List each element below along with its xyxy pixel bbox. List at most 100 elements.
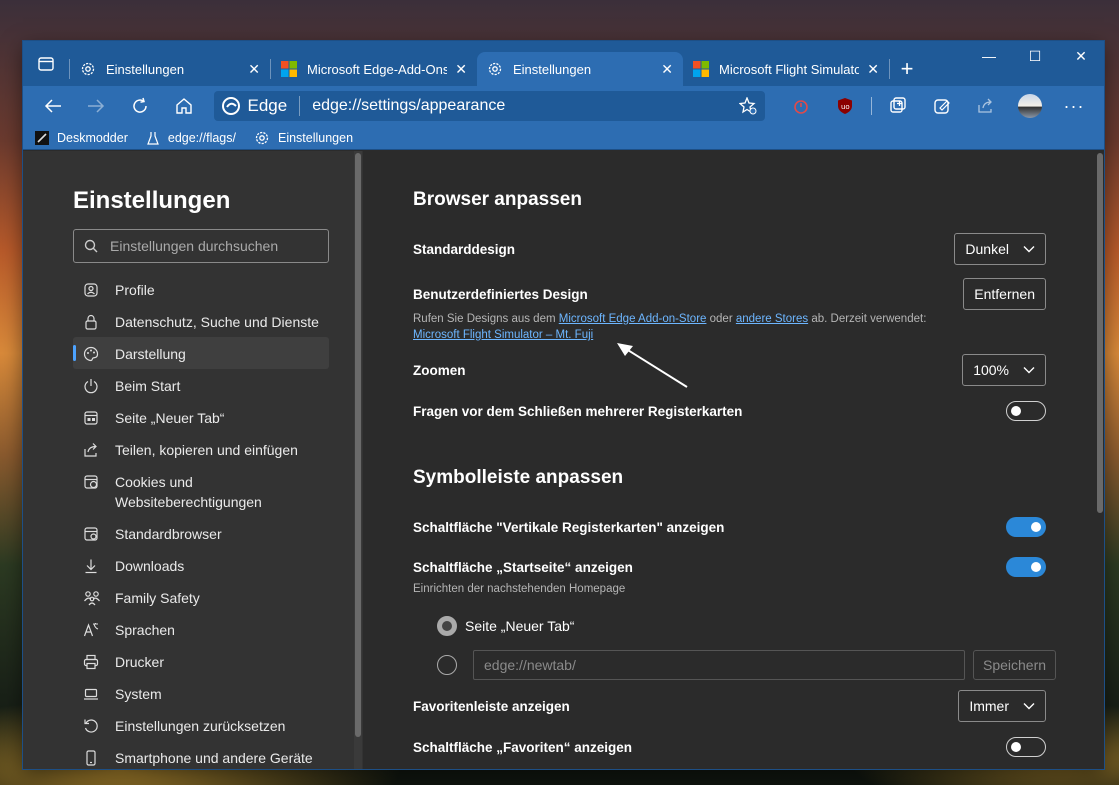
sidebar-item-label: Standardbrowser <box>115 526 222 542</box>
window-controls: — ☐ ✕ <box>966 41 1104 71</box>
search-placeholder: Einstellungen durchsuchen <box>110 238 279 254</box>
section-title-toolbar: Symbolleiste anpassen <box>413 467 624 488</box>
flask-icon <box>147 131 159 145</box>
close-window-button[interactable]: ✕ <box>1058 41 1104 71</box>
sidebar-item-newtab[interactable]: Seite „Neuer Tab“ <box>73 401 329 433</box>
favorites-bar: Deskmodder edge://flags/ Einstellungen <box>23 126 1104 150</box>
radio-custom-url[interactable] <box>437 655 457 675</box>
profile-avatar-icon <box>1017 94 1042 118</box>
profile-button[interactable] <box>1008 90 1052 122</box>
settings-search-input[interactable]: Einstellungen durchsuchen <box>73 229 329 263</box>
more-menu-button[interactable]: ··· <box>1052 90 1096 122</box>
vertical-tabs-toggle[interactable] <box>1006 517 1046 537</box>
minimize-button[interactable]: — <box>966 41 1012 71</box>
sidebar-scroll-thumb[interactable] <box>355 153 361 737</box>
power-icon <box>83 377 105 395</box>
sidebar-item-privacy[interactable]: Datenschutz, Suche und Dienste <box>73 305 329 337</box>
sidebar-item-system[interactable]: System <box>73 677 329 709</box>
sidebar-item-family-safety[interactable]: Family Safety <box>73 581 329 613</box>
favorite-einstellungen[interactable]: Einstellungen <box>254 130 353 146</box>
sidebar-item-appearance[interactable]: Darstellung <box>73 337 329 369</box>
web-capture-button[interactable] <box>920 90 964 122</box>
setting-label: Benutzerdefiniertes Design <box>413 286 588 302</box>
sidebar-item-languages[interactable]: Sprachen <box>73 613 329 645</box>
gear-icon <box>488 62 502 76</box>
collections-icon <box>890 97 906 113</box>
tab-einstellungen-1[interactable]: Einstellungen ✕ <box>70 52 270 86</box>
share-button[interactable] <box>964 90 1008 122</box>
standarddesign-dropdown[interactable]: Dunkel <box>954 233 1046 265</box>
main-scroll-thumb[interactable] <box>1097 153 1103 513</box>
setting-row-favorites-bar: Favoritenleiste anzeigen Immer <box>413 690 1046 722</box>
radio-row-newtab[interactable]: Seite „Neuer Tab“ <box>437 616 574 636</box>
favorite-deskmodder[interactable]: Deskmodder <box>35 130 128 145</box>
main-scrollbar[interactable] <box>1096 151 1104 769</box>
sidebar-scrollbar[interactable] <box>354 151 362 769</box>
favorites-bar-dropdown[interactable]: Immer <box>958 690 1046 722</box>
zoom-dropdown[interactable]: 100% <box>962 354 1046 386</box>
sidebar-item-reset[interactable]: Einstellungen zurücksetzen <box>73 709 329 741</box>
arrow-right-icon <box>88 99 105 113</box>
sidebar-item-printer[interactable]: Drucker <box>73 645 329 677</box>
settings-main: Browser anpassen Standarddesign Dunkel B… <box>363 151 1104 769</box>
arrow-left-icon <box>44 99 61 113</box>
sidebar-item-label: Profile <box>115 282 155 298</box>
forward-button[interactable] <box>75 90 119 122</box>
newtab-icon <box>83 409 105 427</box>
setting-row-close-tabs: Fragen vor dem Schließen mehrerer Regist… <box>413 401 1046 421</box>
tab-einstellungen-active[interactable]: Einstellungen ✕ <box>477 52 683 86</box>
refresh-button[interactable] <box>118 90 162 122</box>
home-button-toggle[interactable] <box>1006 557 1046 577</box>
setting-label: Zoomen <box>413 362 466 378</box>
gear-icon <box>255 131 269 144</box>
favorite-edge-flags[interactable]: edge://flags/ <box>146 131 236 145</box>
favorites-button-toggle[interactable] <box>1006 737 1046 757</box>
current-theme-link[interactable]: Microsoft Flight Simulator – Mt. Fuji <box>413 329 593 341</box>
sidebar-item-cookies[interactable]: Cookies und Websiteberechtigungen <box>73 465 329 517</box>
close-tabs-toggle[interactable] <box>1006 401 1046 421</box>
new-tab-button[interactable]: + <box>890 52 924 86</box>
radio-newtab[interactable] <box>437 616 457 636</box>
setting-label: Schaltfläche „Startseite“ anzeigen <box>413 559 633 575</box>
microsoft-logo-icon <box>693 61 709 77</box>
close-tab-icon[interactable]: ✕ <box>867 61 879 78</box>
collections-button[interactable] <box>876 90 920 122</box>
back-button[interactable] <box>31 90 75 122</box>
close-tab-icon[interactable]: ✕ <box>661 61 673 78</box>
home-button[interactable] <box>162 90 206 122</box>
close-tab-icon[interactable]: ✕ <box>455 61 467 78</box>
share-icon <box>83 441 105 459</box>
tab-actions-button[interactable] <box>23 41 69 86</box>
maximize-icon: ☐ <box>1028 47 1042 64</box>
tab-edge-addons[interactable]: Microsoft Edge-Add-Ons - ✕ <box>271 52 477 86</box>
sidebar-item-downloads[interactable]: Downloads <box>73 549 329 581</box>
browser-icon <box>83 525 105 543</box>
settings-nav: Profile Datenschutz, Suche und Dienste D… <box>73 273 363 769</box>
tab-strip: Einstellungen ✕ Microsoft Edge-Add-Ons -… <box>23 41 1104 86</box>
setting-row-home-button: Schaltfläche „Startseite“ anzeigen <box>413 557 1046 577</box>
remove-theme-button[interactable]: Entfernen <box>963 278 1046 310</box>
addon-store-link[interactable]: Microsoft Edge Add-on-Store <box>559 313 707 325</box>
ublock-extension-button[interactable]: uo <box>823 90 867 122</box>
save-homepage-button[interactable]: Speichern <box>973 650 1057 680</box>
sidebar-item-share-copy[interactable]: Teilen, kopieren und einfügen <box>73 433 329 465</box>
setting-label: Schaltfläche „Favoriten“ anzeigen <box>413 739 633 755</box>
chevron-down-icon <box>1023 703 1035 710</box>
timer-extension-button[interactable] <box>779 90 823 122</box>
tab-flight-simulator[interactable]: Microsoft Flight Simulator ✕ <box>683 52 889 86</box>
sidebar-item-startup[interactable]: Beim Start <box>73 369 329 401</box>
close-tab-icon[interactable]: ✕ <box>248 61 260 78</box>
dropdown-value: 100% <box>973 362 1009 378</box>
maximize-button[interactable]: ☐ <box>1012 41 1058 71</box>
search-icon <box>84 239 98 253</box>
sidebar-item-profile[interactable]: Profile <box>73 273 329 305</box>
other-stores-link[interactable]: andere Stores <box>736 313 808 325</box>
add-favorite-icon[interactable] <box>738 97 757 115</box>
settings-page: Einstellungen Einstellungen durchsuchen … <box>23 151 1104 769</box>
sidebar-item-label: Sprachen <box>115 622 175 638</box>
address-bar[interactable]: Edge edge://settings/appearance <box>213 91 765 121</box>
homepage-url-input[interactable]: edge://newtab/ <box>473 650 965 680</box>
sidebar-item-phone[interactable]: Smartphone und andere Geräte <box>73 741 329 769</box>
setting-row-standarddesign: Standarddesign Dunkel <box>413 233 1046 265</box>
sidebar-item-default-browser[interactable]: Standardbrowser <box>73 517 329 549</box>
